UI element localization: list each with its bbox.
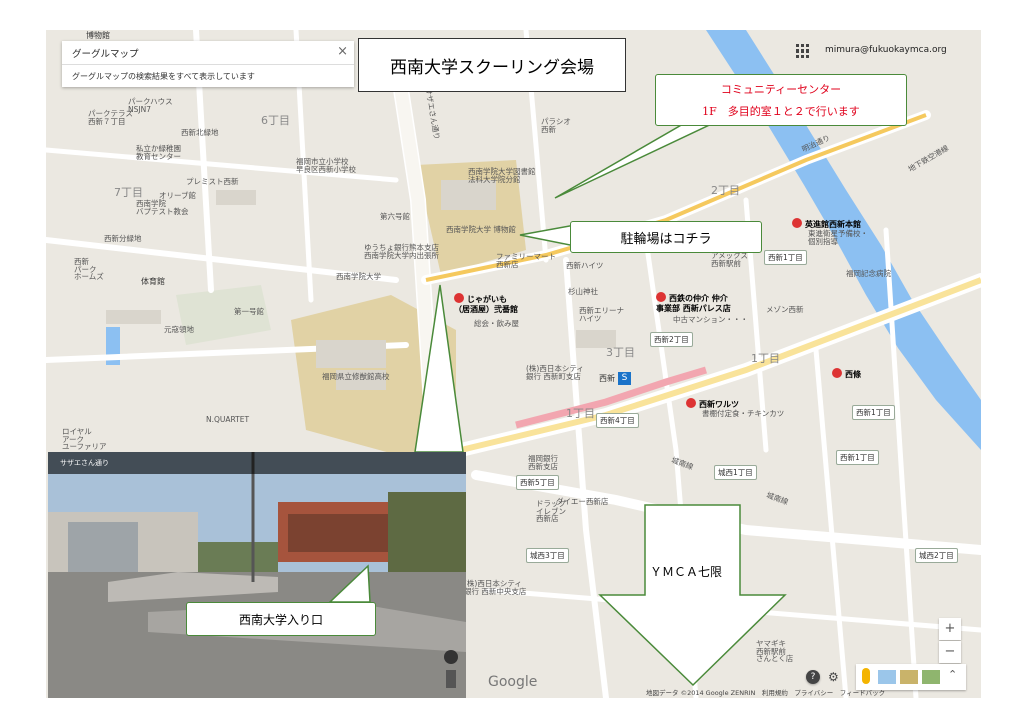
callout-title: コミュニティーセンター bbox=[720, 83, 842, 96]
street-view-panel[interactable]: サザエさん通り bbox=[48, 452, 466, 698]
ymca-label: ＹＭＣＡ七限 bbox=[650, 565, 723, 579]
compass-icon[interactable] bbox=[444, 650, 458, 664]
up-arrow bbox=[414, 284, 464, 453]
zoom-control[interactable] bbox=[446, 670, 456, 688]
bike-parking-callout: 駐輪場はコチラ bbox=[570, 221, 762, 253]
down-arrow bbox=[598, 504, 787, 687]
callout-detail: 1F 多目的室１と２で行います bbox=[702, 105, 860, 118]
street-view-title: サザエさん通り bbox=[60, 459, 109, 467]
street-view-image bbox=[48, 452, 466, 698]
callout-pointer bbox=[519, 224, 576, 247]
callout-pointer bbox=[554, 119, 721, 199]
entrance-callout: 西南大学入り口 bbox=[186, 602, 376, 636]
community-center-callout: コミュニティーセンター 1F 多目的室１と２で行います bbox=[655, 74, 907, 126]
